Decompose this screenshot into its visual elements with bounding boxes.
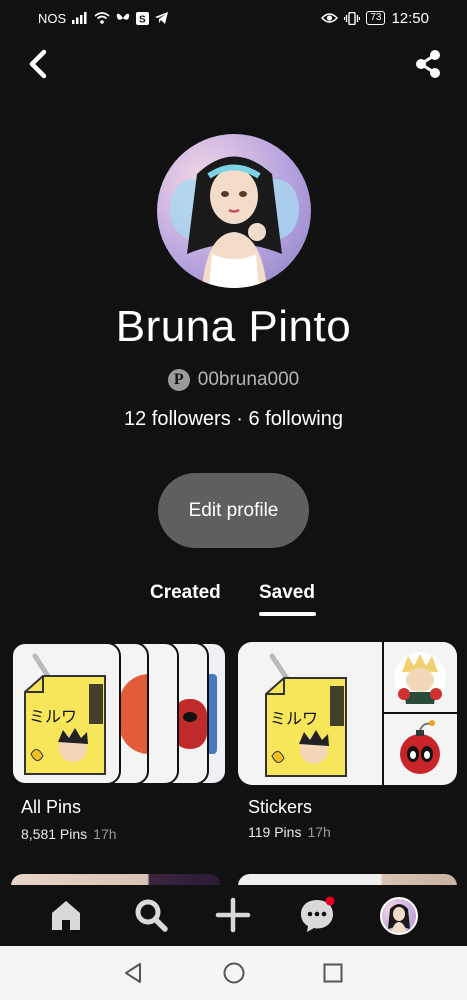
notification-dot	[325, 896, 335, 906]
board-stickers[interactable]: ミルワ Stickers 119 Pins 17h	[238, 642, 457, 840]
follow-stats: 12 followers · 6 following	[0, 408, 467, 431]
nav-create[interactable]	[213, 895, 253, 935]
triangle-back-icon	[125, 963, 141, 983]
bottom-navigation	[0, 885, 467, 946]
plus-icon	[215, 897, 251, 933]
eye-icon	[321, 13, 339, 23]
board-meta: 119 Pins 17h	[248, 824, 331, 840]
telegram-icon	[155, 12, 169, 24]
board-title: All Pins	[21, 797, 82, 817]
butterfly-icon	[116, 13, 130, 20]
avatar-illustration	[170, 156, 299, 288]
board-updated-age: 17h	[93, 826, 117, 842]
search-icon	[135, 899, 168, 932]
back-button[interactable]	[22, 44, 56, 84]
system-recents-button[interactable]	[320, 960, 346, 986]
collage-divider	[384, 712, 457, 714]
signal-icon	[72, 12, 87, 24]
app-s-icon: S	[136, 11, 150, 25]
system-back-button[interactable]	[120, 960, 146, 986]
wifi-icon	[94, 12, 110, 24]
juice-box-illustration: ミルワ	[24, 653, 106, 775]
nav-home[interactable]	[46, 895, 86, 935]
profile-handle-row: P 00bruna000	[0, 369, 467, 391]
edit-profile-button[interactable]: Edit profile	[158, 473, 309, 548]
followers-link[interactable]: 12 followers	[124, 408, 231, 430]
square-recents-icon	[323, 963, 343, 983]
svg-text:S: S	[139, 14, 146, 25]
circle-home-icon	[223, 962, 245, 984]
profile-name: Bruna Pinto	[115, 302, 352, 351]
profile-avatar[interactable]	[157, 134, 311, 288]
avatar	[388, 904, 410, 933]
system-home-button[interactable]	[221, 960, 247, 986]
nav-messages[interactable]	[297, 895, 337, 935]
board-cover-collage: ミルワ	[238, 642, 457, 785]
tab-saved[interactable]: Saved	[259, 582, 315, 604]
pinterest-logo-icon: P	[167, 369, 190, 391]
share-button[interactable]	[410, 46, 446, 82]
chat-bubble-icon	[301, 896, 335, 932]
home-icon	[52, 901, 80, 930]
nav-profile-avatar[interactable]	[380, 897, 418, 935]
status-bar: NOS S 73 12:50	[0, 0, 467, 36]
board-pin-count: 119 Pins	[248, 824, 302, 840]
sticker-text: ミルワ	[29, 707, 77, 726]
status-left: NOS S	[38, 10, 169, 26]
board-updated-age: 17h	[307, 824, 331, 840]
system-navigation-bar	[0, 946, 467, 1000]
profile-handle: 00bruna000	[197, 369, 300, 390]
battery-indicator: 73	[366, 11, 386, 25]
sticker-text: ミルワ	[270, 709, 318, 728]
follow-separator: ·	[230, 408, 249, 430]
status-right: 73 12:50	[321, 10, 429, 27]
vibrate-icon	[344, 11, 361, 25]
bakugo-sticker	[394, 652, 446, 704]
board-pin-count: 8,581 Pins	[21, 826, 88, 842]
nav-search[interactable]	[131, 895, 171, 935]
board-all-pins[interactable]: ミルワ All Pins 8,581 Pins 17h	[11, 642, 227, 842]
following-link[interactable]: 6 following	[248, 408, 343, 430]
active-tab-indicator	[259, 612, 316, 616]
carrier-label: NOS	[38, 10, 67, 26]
clock: 12:50	[391, 9, 429, 27]
share-icon	[416, 50, 440, 78]
board-meta: 8,581 Pins 17h	[21, 826, 117, 842]
juice-box-illustration: ミルワ	[265, 653, 347, 777]
tab-created[interactable]: Created	[150, 582, 221, 604]
deadpool-bomb-sticker	[400, 720, 440, 774]
juice-box-pin: ミルワ	[11, 642, 121, 785]
board-title: Stickers	[248, 797, 313, 817]
chevron-left-icon	[29, 49, 47, 79]
